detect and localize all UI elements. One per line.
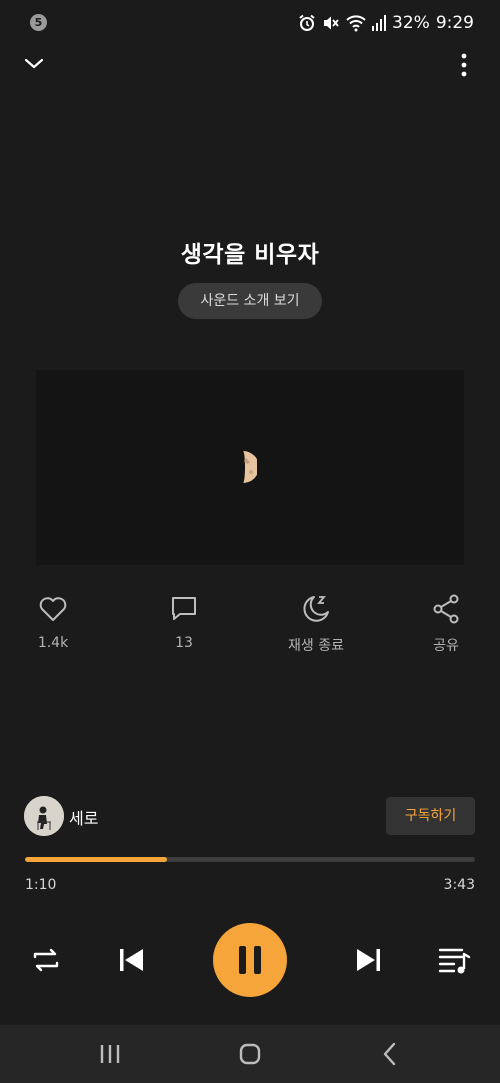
sleep-timer-icon: [303, 596, 329, 622]
back-button[interactable]: [376, 1040, 404, 1068]
heart-icon: [39, 597, 67, 621]
artist-avatar[interactable]: [24, 796, 64, 836]
progress-bar[interactable]: [25, 857, 475, 862]
previous-button[interactable]: [111, 940, 151, 980]
recents-button[interactable]: [96, 1041, 124, 1067]
alarm-icon: [299, 14, 315, 31]
pause-icon: [239, 946, 261, 974]
battery-percent: 32%: [392, 13, 430, 33]
comment-button[interactable]: 13: [144, 593, 224, 651]
moon-image: [243, 451, 257, 483]
track-title: 생각을 비우자: [180, 242, 320, 268]
comment-icon: [172, 597, 196, 620]
status-bar: 5 32% 9:29: [0, 0, 500, 46]
next-button[interactable]: [349, 940, 389, 980]
more-vert-icon: [461, 53, 467, 77]
like-count: 1.4k: [37, 635, 69, 651]
sleep-timer-label: 재생 종료: [288, 638, 344, 654]
artwork: [36, 370, 464, 565]
next-icon: [357, 949, 380, 971]
sleep-timer-button[interactable]: 재생 종료: [276, 593, 356, 655]
progress-fill: [25, 857, 167, 862]
home-button[interactable]: [236, 1040, 264, 1068]
back-icon: [383, 1042, 396, 1066]
chevron-down-icon: [24, 58, 44, 69]
repeat-button[interactable]: [26, 940, 66, 980]
previous-icon: [120, 949, 143, 971]
avatar-image: [24, 796, 64, 836]
share-button[interactable]: 공유: [406, 593, 486, 655]
wifi-icon: [346, 15, 366, 32]
more-options-button[interactable]: [452, 52, 476, 78]
playlist-button[interactable]: [434, 940, 474, 980]
comment-count: 13: [175, 635, 193, 651]
sound-intro-button[interactable]: 사운드 소개 보기: [178, 283, 322, 319]
collapse-button[interactable]: [22, 52, 46, 76]
artist-name[interactable]: 세로: [69, 805, 98, 829]
duration-time: 3:43: [443, 877, 475, 893]
pause-button[interactable]: [213, 923, 287, 997]
playlist-icon: [438, 948, 471, 974]
signal-icon: [372, 15, 387, 31]
system-nav-bar: [0, 1025, 500, 1083]
recents-icon: [100, 1045, 120, 1063]
subscribe-button[interactable]: 구독하기: [386, 797, 475, 835]
clock: 9:29: [435, 13, 474, 33]
status-icons: 32% 9:29: [298, 11, 474, 35]
like-button[interactable]: 1.4k: [13, 593, 93, 651]
share-icon: [433, 594, 459, 624]
home-icon: [239, 1043, 261, 1065]
mute-icon: [324, 16, 339, 30]
notification-badge: 5: [30, 14, 47, 31]
elapsed-time: 1:10: [25, 877, 57, 893]
share-label: 공유: [433, 638, 459, 654]
repeat-icon: [33, 948, 59, 972]
